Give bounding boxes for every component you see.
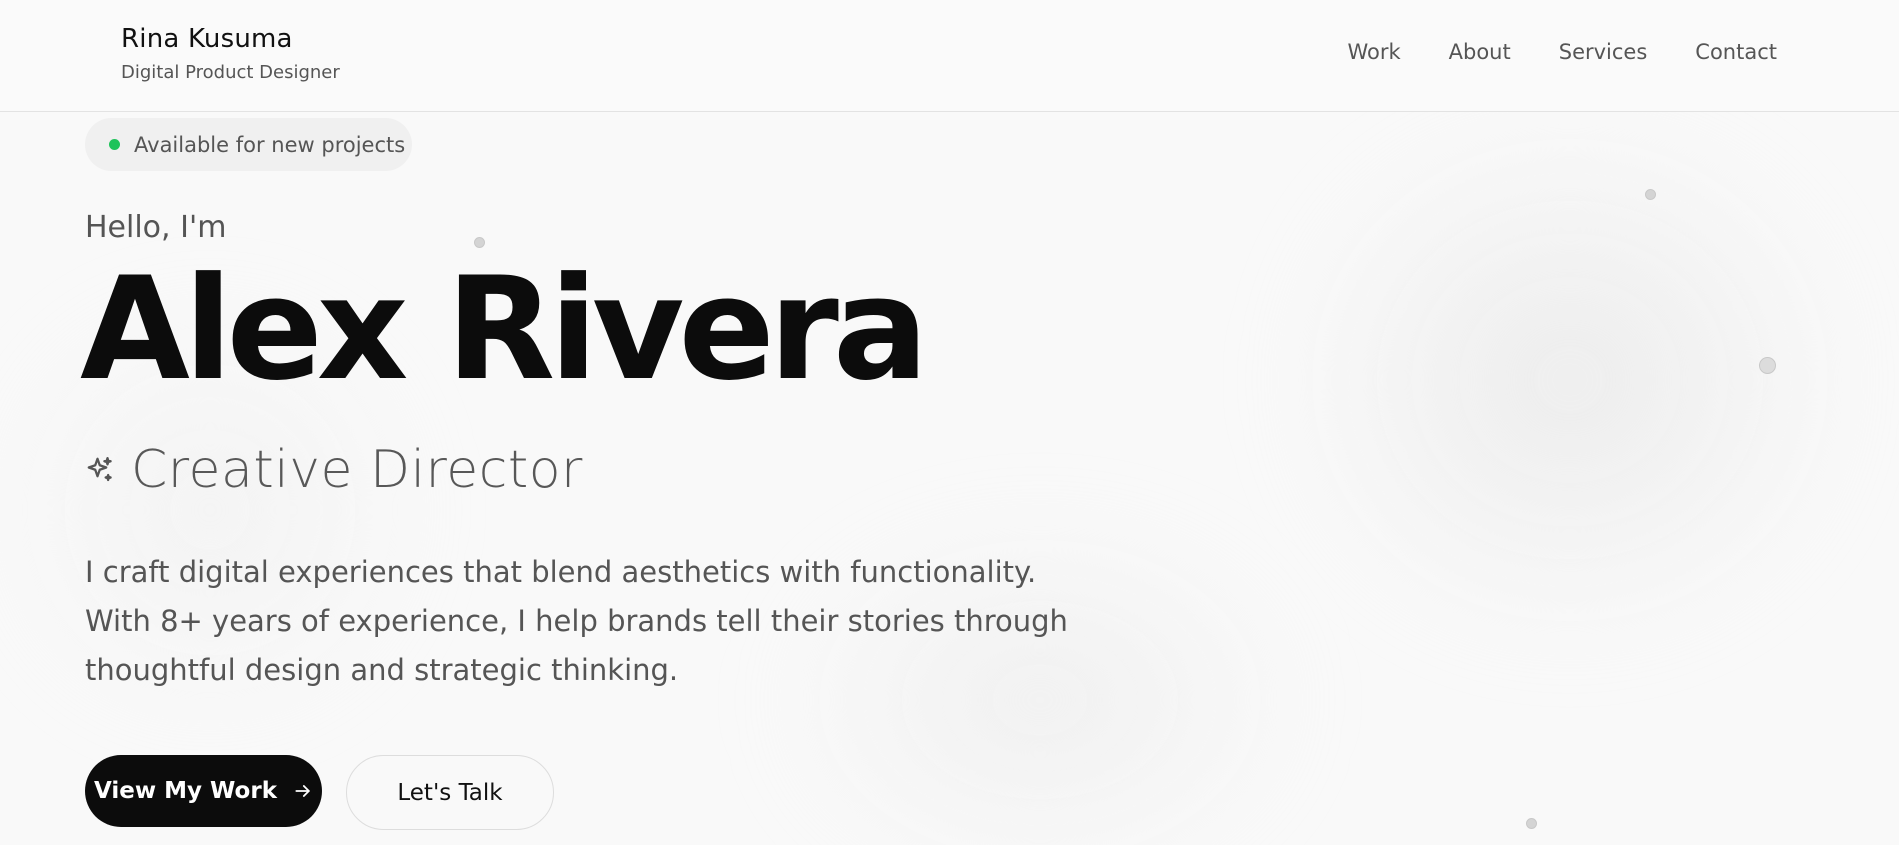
hero-role: Creative Director bbox=[85, 440, 583, 500]
decorative-dot bbox=[1759, 357, 1776, 374]
availability-text: Available for new projects bbox=[134, 132, 406, 157]
decorative-dot bbox=[1645, 189, 1656, 200]
decorative-dot bbox=[1526, 818, 1537, 829]
main-nav: Work About Services Contact bbox=[1347, 40, 1777, 64]
site-header: Rina Kusuma Digital Product Designer Wor… bbox=[0, 0, 1899, 112]
nav-link-services[interactable]: Services bbox=[1559, 40, 1648, 64]
hero-bio: I craft digital experiences that blend a… bbox=[85, 555, 1068, 687]
view-my-work-label: View My Work bbox=[93, 778, 277, 804]
lets-talk-label: Let's Talk bbox=[397, 779, 503, 806]
nav-link-contact[interactable]: Contact bbox=[1695, 40, 1777, 64]
brand-name: Rina Kusuma bbox=[121, 24, 293, 54]
brand-subtitle: Digital Product Designer bbox=[121, 62, 340, 83]
background-blur bbox=[1290, 120, 1850, 640]
role-title: Creative Director bbox=[131, 440, 583, 500]
view-my-work-button[interactable]: View My Work bbox=[85, 755, 322, 827]
sparkle-icon bbox=[87, 457, 112, 482]
nav-link-about[interactable]: About bbox=[1449, 40, 1511, 64]
hero-greeting: Hello, I'm bbox=[85, 210, 227, 245]
lets-talk-button[interactable]: Let's Talk bbox=[346, 755, 554, 830]
arrow-right-icon bbox=[295, 785, 310, 797]
brand[interactable]: Rina Kusuma Digital Product Designer bbox=[121, 24, 340, 83]
hero-name: Alex Rivera bbox=[80, 247, 929, 412]
nav-link-work[interactable]: Work bbox=[1347, 40, 1400, 64]
portfolio-page: Rina Kusuma Digital Product Designer Wor… bbox=[0, 0, 1899, 845]
status-dot-icon bbox=[109, 139, 120, 150]
availability-badge: Available for new projects bbox=[85, 118, 412, 171]
